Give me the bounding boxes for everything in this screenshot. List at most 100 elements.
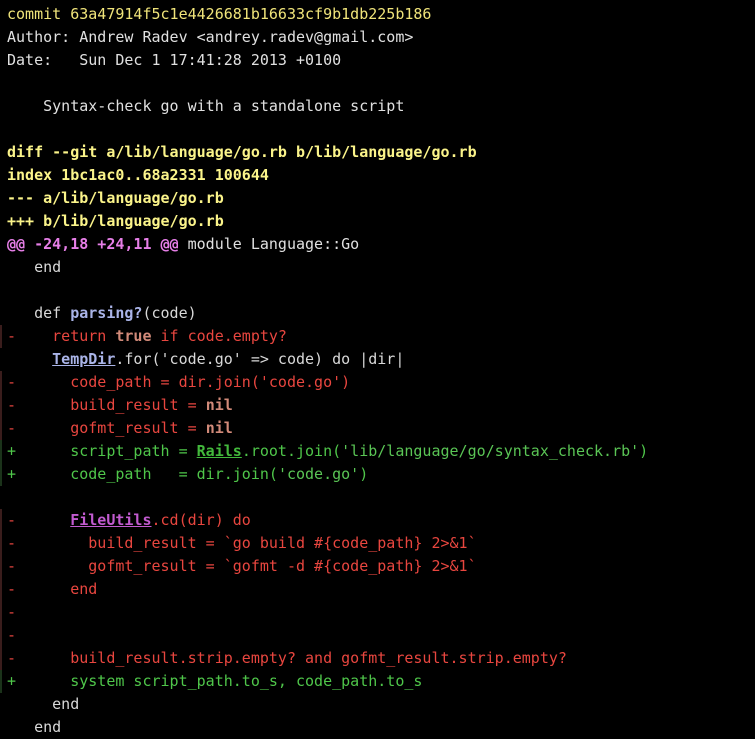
code-token: code_path = dir.join(	[7, 373, 260, 391]
hunk-header: @@ -24,18 +24,11 @@ module Language::Go	[0, 233, 755, 256]
diff-plus-marker: +	[7, 465, 17, 483]
diff-git-line: diff --git a/lib/language/go.rb b/lib/la…	[7, 143, 477, 161]
code-token: code.empty?	[178, 327, 287, 345]
diff-minus-marker: -	[7, 580, 17, 598]
gutter-bar	[0, 325, 2, 348]
code-token: )	[639, 442, 649, 460]
gutter-bar	[0, 532, 2, 555]
diff-deleted-line: -	[0, 601, 755, 624]
gutter-bar	[0, 578, 2, 601]
commit-message: Syntax-check go with a standalone script	[7, 97, 405, 115]
gutter-bar	[0, 601, 2, 624]
hunk-context: module Language::Go	[178, 235, 360, 253]
gutter-bar	[0, 647, 2, 670]
code-token: def	[7, 304, 71, 322]
gutter-bar	[0, 417, 2, 440]
code-token: .root.join(	[241, 442, 342, 460]
diff-minus-marker: -	[7, 626, 17, 644]
keyword-return: return	[52, 327, 107, 345]
terminal-window: commit 63a47914f5c1e4426681b16633cf9b1db…	[0, 0, 755, 736]
code-token: code_path = dir.join(	[7, 465, 278, 483]
code-token: gofmt_result =	[7, 419, 206, 437]
code-token: build_result = `go build #{code_path} 2>…	[7, 534, 477, 552]
hunk-range: @@ -24,18 +24,11 @@	[7, 235, 179, 253]
diff-context-line	[0, 486, 755, 509]
diff-added-line: + script_path = Rails.root.join('lib/lan…	[0, 440, 755, 463]
string-literal: 'code.go'	[277, 465, 360, 483]
code-token: end	[7, 580, 98, 598]
diff-deleted-line: - gofmt_result = `gofmt -d #{code_path} …	[0, 555, 755, 578]
diff-deleted-line: - end	[0, 578, 755, 601]
code-token: )	[359, 465, 369, 483]
commit-date-line: Date: Sun Dec 1 17:41:28 2013 +0100	[7, 51, 342, 69]
diff-added-line: + system script_path.to_s, code_path.to_…	[0, 670, 755, 693]
diff-minus-marker: -	[7, 396, 17, 414]
diff-context-line: end	[7, 718, 62, 736]
diff-deleted-line: - build_result.strip.empty? and gofmt_re…	[0, 647, 755, 670]
keyword-if: if	[160, 327, 179, 345]
diff-minus-marker: -	[7, 511, 17, 529]
diff-context-line: end	[7, 258, 62, 276]
diff-deleted-line: - code_path = dir.join('code.go')	[0, 371, 755, 394]
nil-literal: nil	[205, 396, 233, 414]
diff-minus-marker: -	[7, 603, 17, 621]
diff-deleted-line: - build_result = `go build #{code_path} …	[0, 532, 755, 555]
diff-deleted-line: -	[0, 624, 755, 647]
keyword-do: do	[232, 511, 251, 529]
commit-hash-line: commit 63a47914f5c1e4426681b16633cf9b1db…	[7, 5, 432, 23]
diff-context-line: TempDir.for('code.go' => code) do |dir|	[0, 348, 755, 371]
gutter-bar	[0, 394, 2, 417]
diff-minus-file-line: --- a/lib/language/go.rb	[7, 189, 224, 207]
nil-literal: nil	[205, 419, 233, 437]
gutter-bar	[0, 555, 2, 578]
code-token: gofmt_result.strip.empty?	[332, 649, 567, 667]
string-literal: 'lib/language/go/syntax_check.rb'	[341, 442, 640, 460]
diff-context-line: def parsing?(code)	[0, 302, 755, 325]
diff-deleted-line: - return true if code.empty?	[0, 325, 755, 348]
gutter-bar	[0, 440, 2, 463]
diff-minus-marker: -	[7, 649, 17, 667]
keyword-true: true	[115, 327, 152, 345]
gutter-bar	[0, 463, 2, 486]
diff-plus-marker: +	[7, 442, 17, 460]
constant-rails: Rails	[196, 442, 242, 460]
code-token: gofmt_result = `gofmt -d #{code_path} 2>…	[7, 557, 477, 575]
constant-fileutils: FileUtils	[70, 511, 152, 529]
diff-added-line: + code_path = dir.join('code.go')	[0, 463, 755, 486]
diff-context-line: end	[7, 695, 80, 713]
code-token: .cd(dir)	[151, 511, 233, 529]
code-token: )	[341, 373, 351, 391]
code-token: build_result.strip.empty?	[7, 649, 306, 667]
gutter-bar	[0, 509, 2, 532]
diff-deleted-line: - FileUtils.cd(dir) do	[0, 509, 755, 532]
code-token: build_result =	[7, 396, 206, 414]
gutter-bar	[0, 670, 2, 693]
diff-minus-marker: -	[7, 419, 17, 437]
code-token: system script_path.to_s, code_path.to_s	[7, 672, 423, 690]
gutter-bar	[0, 371, 2, 394]
method-name: parsing?	[70, 304, 143, 322]
code-token: (code)	[142, 304, 197, 322]
diff-deleted-line: - gofmt_result = nil	[0, 417, 755, 440]
diff-minus-marker: -	[7, 327, 17, 345]
diff-deleted-line: - build_result = nil	[0, 394, 755, 417]
gutter-bar	[0, 624, 2, 647]
string-literal: 'code.go'	[259, 373, 342, 391]
diff-plus-marker: +	[7, 672, 17, 690]
diff-minus-marker: -	[7, 534, 17, 552]
diff-minus-marker: -	[7, 557, 17, 575]
diff-minus-marker: -	[7, 373, 17, 391]
keyword-and: and	[305, 649, 333, 667]
constant-tempdir: TempDir	[52, 350, 116, 368]
commit-author-line: Author: Andrew Radev <andrey.radev@gmail…	[7, 28, 414, 46]
code-token: .for('code.go' => code) do |dir|	[115, 350, 405, 368]
diff-context-line	[0, 279, 755, 302]
diff-index-line: index 1bc1ac0..68a2331 100644	[7, 166, 269, 184]
code-token: script_path =	[7, 442, 197, 460]
diff-plus-file-line: +++ b/lib/language/go.rb	[7, 212, 224, 230]
